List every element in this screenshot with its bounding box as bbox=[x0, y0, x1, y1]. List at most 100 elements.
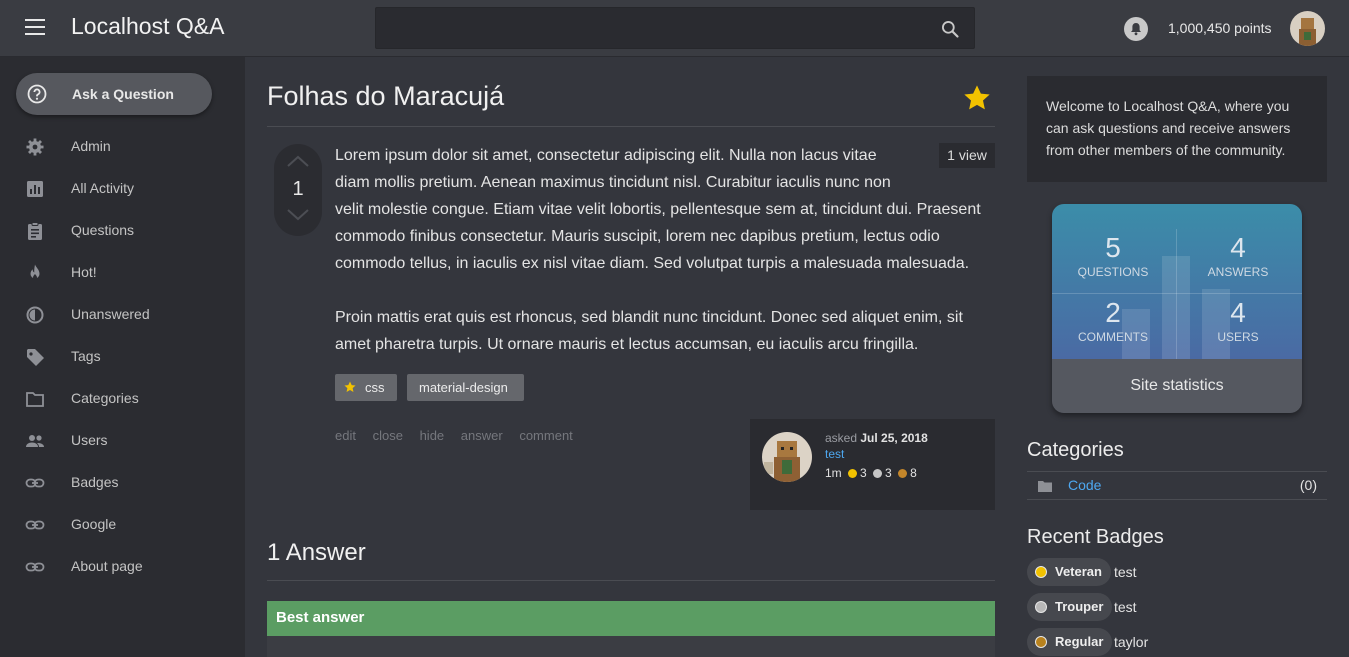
tag-material-design[interactable]: material-design bbox=[407, 374, 524, 401]
menu-icon[interactable] bbox=[25, 19, 47, 37]
star-icon bbox=[344, 381, 356, 392]
answer-link[interactable]: answer bbox=[461, 428, 503, 443]
gold-badge-dot bbox=[1035, 566, 1047, 578]
user-points[interactable]: 1,000,450 points bbox=[1168, 20, 1272, 36]
stats-grid: 5 Questions 4 Answers 2 Comments 4 Users bbox=[1052, 204, 1302, 359]
site-title[interactable]: Localhost Q&A bbox=[71, 13, 224, 40]
answers-heading: 1 Answer bbox=[267, 539, 366, 566]
sidebar-item-label: All Activity bbox=[71, 180, 135, 196]
sidebar: Ask a Question Admin All Activity Questi… bbox=[0, 57, 245, 657]
folder-icon bbox=[1038, 481, 1052, 492]
vote-count: 1 bbox=[292, 178, 304, 200]
users-icon bbox=[26, 435, 44, 447]
stats-hdivider bbox=[1052, 293, 1302, 294]
sidebar-item-tags[interactable]: Tags bbox=[0, 337, 245, 377]
stats-footer: Site statistics bbox=[1052, 359, 1302, 413]
stats-vdivider bbox=[1176, 229, 1177, 359]
sidebar-item-label: Categories bbox=[71, 390, 139, 406]
category-count: (0) bbox=[1299, 477, 1317, 493]
users-label: Users bbox=[1217, 330, 1259, 344]
categories-heading: Categories bbox=[1027, 439, 1124, 461]
question-meta: asked Jul 25, 2018 test 1m 3 3 8 bbox=[750, 419, 995, 510]
sidebar-item-all-activity[interactable]: All Activity bbox=[0, 169, 245, 209]
vote-up-icon[interactable] bbox=[286, 154, 310, 168]
sidebar-item-admin[interactable]: Admin bbox=[0, 127, 245, 167]
search-input[interactable] bbox=[376, 8, 926, 48]
author-link[interactable]: test bbox=[825, 447, 844, 461]
half-circle-icon bbox=[26, 306, 44, 324]
sidebar-item-unanswered[interactable]: Unanswered bbox=[0, 295, 245, 335]
user-avatar[interactable] bbox=[1290, 11, 1325, 46]
sidebar-item-users[interactable]: Users bbox=[0, 421, 245, 461]
badge-user-link[interactable]: test bbox=[1114, 564, 1137, 580]
sidebar-item-label: Users bbox=[71, 432, 108, 448]
chart-icon bbox=[27, 181, 43, 197]
site-statistics-card: 5 Questions 4 Answers 2 Comments 4 Users… bbox=[1052, 204, 1302, 413]
sidebar-item-label: Unanswered bbox=[71, 306, 150, 322]
sidebar-item-questions[interactable]: Questions bbox=[0, 211, 245, 251]
help-circle-icon bbox=[27, 84, 47, 104]
badge-veteran[interactable]: Veteran bbox=[1027, 558, 1111, 586]
folder-icon bbox=[26, 392, 44, 407]
sidebar-item-label: Questions bbox=[71, 222, 135, 238]
sidebar-item-label: Badges bbox=[71, 474, 119, 490]
vote-down-icon[interactable] bbox=[286, 208, 310, 222]
link-icon bbox=[25, 562, 45, 572]
title-divider bbox=[267, 126, 995, 127]
question-title: Folhas do Maracujá bbox=[267, 81, 505, 111]
questions-label: Questions bbox=[1077, 265, 1149, 279]
badge-user-link[interactable]: taylor bbox=[1114, 634, 1148, 650]
sidebar-item-label: Google bbox=[71, 516, 117, 532]
close-link[interactable]: close bbox=[373, 428, 403, 443]
tag-css[interactable]: css bbox=[335, 374, 397, 401]
gold-badge-dot bbox=[848, 469, 858, 478]
tag-icon bbox=[27, 349, 44, 366]
answers-divider bbox=[267, 580, 995, 581]
question-body-paragraph-2: Proin mattis erat quis est rhoncus, sed … bbox=[335, 309, 963, 353]
comments-count: 2 bbox=[1105, 297, 1121, 328]
asked-date: Jul 25, 2018 bbox=[860, 431, 928, 445]
ask-question-label: Ask a Question bbox=[72, 86, 174, 102]
search-icon[interactable] bbox=[940, 19, 960, 39]
silver-badge-dot bbox=[873, 469, 883, 478]
sidebar-item-label: About page bbox=[71, 558, 143, 574]
comments-label: Comments bbox=[1078, 330, 1148, 344]
bronze-badge-dot bbox=[1035, 636, 1047, 648]
notifications-button[interactable] bbox=[1124, 17, 1148, 41]
asked-info: asked Jul 25, 2018 bbox=[825, 431, 928, 445]
tag-label: css bbox=[365, 380, 385, 395]
author-avatar[interactable] bbox=[762, 432, 812, 482]
favorite-star-icon[interactable] bbox=[961, 82, 993, 114]
comment-link[interactable]: comment bbox=[519, 428, 572, 443]
author-reputation: 1m 3 3 8 bbox=[825, 466, 917, 480]
badge-trouper[interactable]: Trouper bbox=[1027, 593, 1113, 621]
category-name: Code bbox=[1068, 477, 1102, 493]
sidebar-item-categories[interactable]: Categories bbox=[0, 379, 245, 419]
silver-badge-dot bbox=[1035, 601, 1047, 613]
edit-link[interactable]: edit bbox=[335, 428, 356, 443]
sidebar-item-label: Admin bbox=[71, 138, 111, 154]
gear-icon bbox=[26, 138, 44, 156]
answers-count: 4 bbox=[1230, 232, 1246, 263]
questions-count: 5 bbox=[1105, 232, 1121, 263]
link-icon bbox=[25, 478, 45, 488]
sidebar-item-badges[interactable]: Badges bbox=[0, 463, 245, 503]
search-bar bbox=[375, 7, 975, 49]
users-count: 4 bbox=[1230, 297, 1246, 328]
recent-badges-heading: Recent Badges bbox=[1027, 526, 1164, 548]
bell-icon bbox=[1131, 23, 1141, 36]
sidebar-item-about-page[interactable]: About page bbox=[0, 547, 245, 587]
top-bar: Localhost Q&A 1,000,450 points bbox=[0, 0, 1349, 57]
badge-user-link[interactable]: test bbox=[1114, 599, 1137, 615]
sidebar-item-label: Hot! bbox=[71, 264, 97, 280]
clipboard-icon bbox=[28, 222, 42, 240]
ask-question-button[interactable]: Ask a Question bbox=[16, 73, 212, 115]
badge-regular[interactable]: Regular bbox=[1027, 628, 1113, 656]
sidebar-item-google[interactable]: Google bbox=[0, 505, 245, 545]
best-answer-header: Best answer bbox=[267, 601, 995, 636]
sidebar-item-hot[interactable]: Hot! bbox=[0, 253, 245, 293]
category-item-code[interactable]: Code (0) bbox=[1027, 471, 1327, 500]
hide-link[interactable]: hide bbox=[420, 428, 445, 443]
vote-box: 1 bbox=[274, 144, 322, 236]
link-icon bbox=[25, 520, 45, 530]
